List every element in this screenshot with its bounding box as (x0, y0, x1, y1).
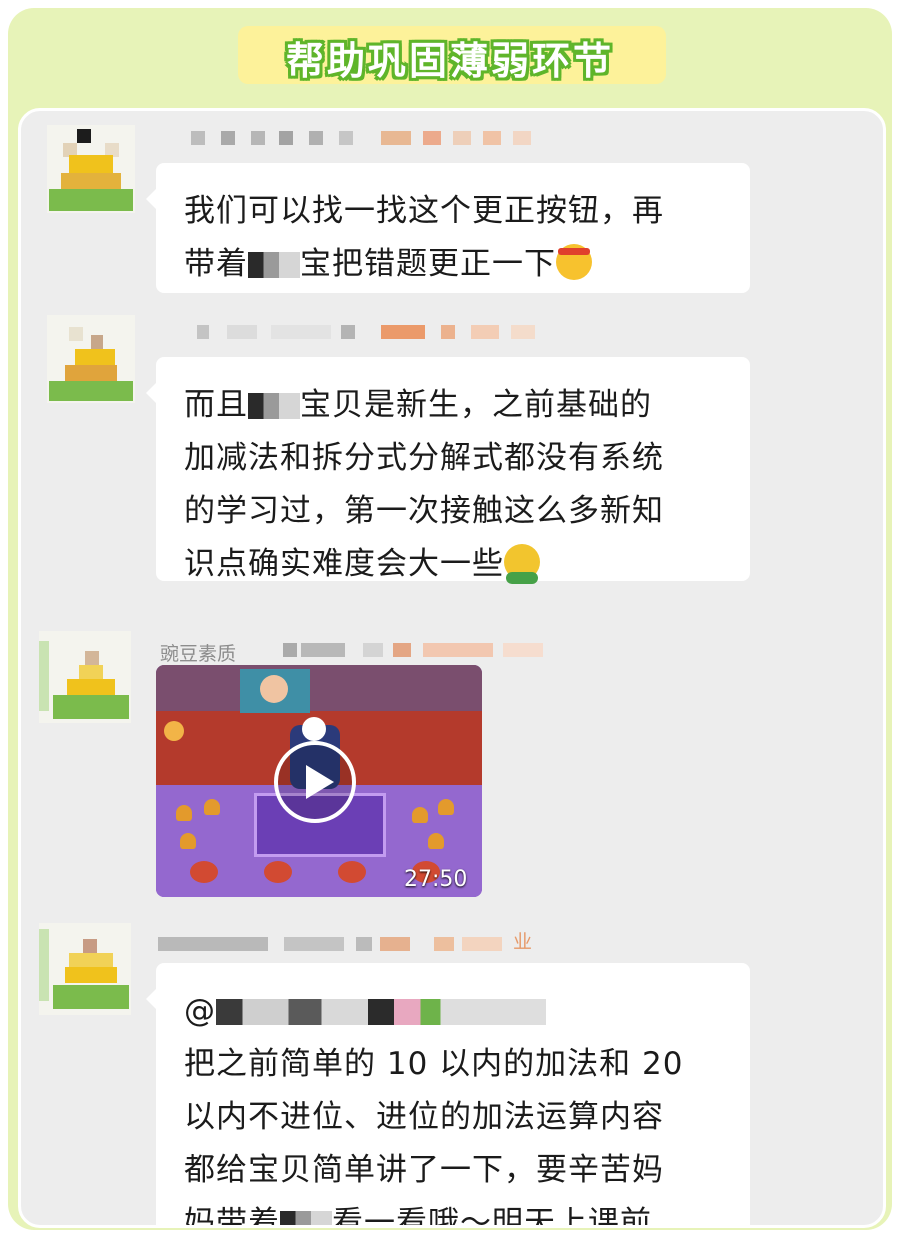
message-bubble[interactable]: 我们可以找一找这个更正按钮，再 带着 宝把错题更正一下 (146, 163, 750, 293)
play-icon (306, 765, 334, 799)
video-message[interactable]: 27:50 (156, 665, 482, 897)
speaker-icon (164, 721, 184, 741)
redacted-name (280, 1211, 332, 1225)
headband-emoji-icon (556, 244, 592, 280)
message-bubble[interactable]: @ 把之前简单的 10 以内的加法和 20 以内不进位、进位的加法运算内容 都给… (146, 963, 750, 1225)
avatar[interactable] (47, 125, 135, 213)
video-duration: 27:50 (404, 867, 468, 892)
sender-name-suffix: 业 (513, 931, 533, 953)
bell-icon (204, 799, 220, 815)
game-button (190, 861, 218, 883)
redacted-mention (216, 999, 546, 1025)
sender-name-blurred (283, 637, 563, 663)
mention[interactable]: @ (184, 993, 216, 1029)
bell-icon (428, 833, 444, 849)
page-title: 帮助巩固薄弱环节 (285, 39, 614, 83)
sender-name: 豌豆素质 (160, 643, 237, 665)
avatar[interactable] (39, 631, 131, 723)
redacted-name (248, 393, 300, 419)
bell-icon (412, 807, 428, 823)
bell-icon (438, 799, 454, 815)
chat-panel[interactable]: 我们可以找一找这个更正按钮，再 带着 宝把错题更正一下 而且 宝贝是新生，之前基础的… (18, 108, 886, 1228)
avatar[interactable] (39, 923, 131, 1015)
shrug-emoji-icon (504, 544, 540, 584)
avatar[interactable] (47, 315, 135, 403)
sender-name-blurred (158, 931, 558, 957)
game-button (338, 861, 366, 883)
message-text: 我们可以找一找这个更正按钮，再 带着 宝把错题更正一下 (184, 193, 664, 282)
message-text: @ 把之前简单的 10 以内的加法和 20 以内不进位、进位的加法运算内容 都给… (184, 985, 728, 1225)
sender-name-blurred (191, 125, 551, 151)
game-button (264, 861, 292, 883)
message-bubble[interactable]: 而且 宝贝是新生，之前基础的 加减法和拆分式分解式都没有系统 的学习过，第一次接触… (146, 357, 750, 584)
message-text: 而且 宝贝是新生，之前基础的 加减法和拆分式分解式都没有系统 的学习过，第一次接触… (184, 387, 664, 584)
redacted-name (248, 252, 300, 278)
bell-icon (180, 833, 196, 849)
bell-icon (176, 805, 192, 821)
sender-name-blurred (191, 319, 551, 345)
